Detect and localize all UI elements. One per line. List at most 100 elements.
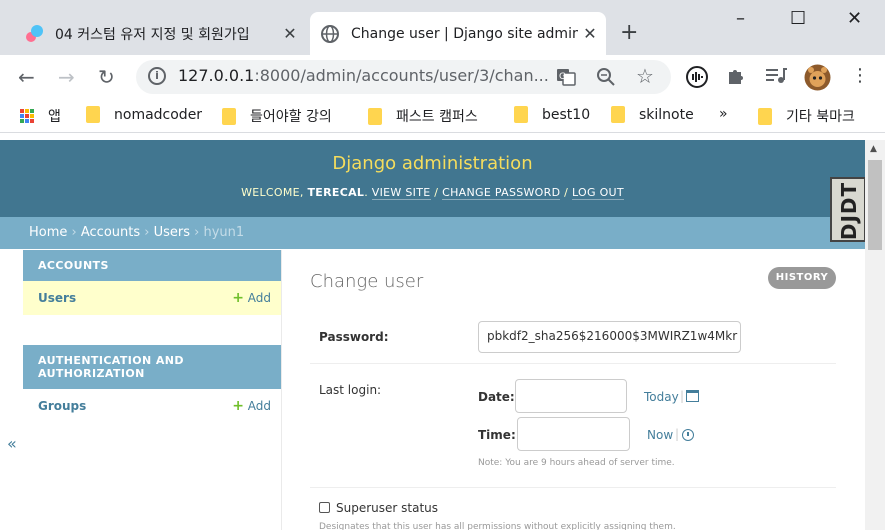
breadcrumb-home[interactable]: Home — [29, 225, 67, 240]
plus-icon: + — [232, 398, 244, 414]
media-queue-icon[interactable] — [765, 67, 787, 90]
folder-icon — [611, 106, 625, 123]
change-password-link[interactable]: CHANGE PASSWORD — [442, 186, 561, 200]
bookmark-label: skilnote — [639, 106, 694, 123]
password-field[interactable]: pbkdf2_sha256$216000$3MWIRZ1w4Mkr — [478, 321, 741, 353]
module-caption-accounts[interactable]: ACCOUNTS — [23, 250, 281, 281]
superuser-label[interactable]: Superuser status — [336, 501, 438, 515]
nav-sidebar: ACCOUNTS Users + Add AUTHENTICATION AND … — [23, 250, 281, 423]
bookmark-lectures[interactable]: 들어야할 강의 — [222, 106, 332, 126]
chrome-menu-icon[interactable]: ⋮ — [851, 65, 869, 86]
bookmark-other[interactable]: 기타 북마크 — [758, 106, 855, 126]
last-login-time-input[interactable] — [517, 417, 630, 451]
scroll-up-icon[interactable]: ▲ — [870, 144, 877, 154]
bookmark-label: nomadcoder — [114, 106, 203, 123]
folder-icon — [368, 107, 382, 125]
bookmark-label: 패스트 캠퍼스 — [396, 109, 478, 125]
browser-toolbar: ← → ↻ i 127.0.0.1:8000/admin/accounts/us… — [0, 55, 885, 99]
sidebar-divider — [281, 250, 282, 530]
module-caption-auth[interactable]: AUTHENTICATION AND AUTHORIZATION — [23, 345, 281, 389]
scrollbar-thumb[interactable] — [868, 160, 882, 250]
bookmark-label: 들어야할 강의 — [250, 109, 332, 125]
tab-change-user[interactable]: Change user | Django site admin ✕ — [310, 12, 606, 55]
separator: | — [680, 389, 685, 403]
groups-link[interactable]: Groups — [38, 399, 86, 413]
breadcrumb-accounts[interactable]: Accounts — [81, 225, 140, 240]
page-scrollbar[interactable]: ▲ — [865, 140, 885, 530]
admin-header: Django administration WELCOME, TERECAL. … — [0, 140, 865, 217]
username: TERECAL — [307, 186, 365, 199]
back-icon[interactable]: ← — [18, 65, 35, 89]
last-login-date-input[interactable] — [515, 379, 627, 413]
timezone-note: Note: You are 9 hours ahead of server ti… — [478, 458, 675, 468]
folder-icon — [514, 106, 528, 123]
password-label: Password: — [319, 330, 389, 344]
tab-title: 04 커스텀 유저 지정 및 회원가입 — [55, 26, 250, 43]
bookmark-nomadcoder[interactable]: nomadcoder — [86, 106, 202, 123]
clock-icon[interactable] — [682, 429, 694, 443]
bookmarks-bar: 앱 nomadcoder 들어야할 강의 패스트 캠퍼스 best10 skil… — [0, 99, 885, 133]
url-text[interactable]: 127.0.0.1:8000/admin/accounts/user/3/cha… — [178, 66, 549, 85]
maximize-button[interactable]: ☐ — [790, 8, 806, 29]
tab-close-icon[interactable]: ✕ — [578, 24, 602, 43]
forward-icon[interactable]: → — [58, 65, 75, 89]
page-title: Change user — [310, 271, 424, 292]
breadcrumb-current: hyun1 — [203, 225, 245, 240]
audio-extension-icon[interactable] — [686, 66, 708, 93]
log-out-link[interactable]: LOG OUT — [571, 186, 624, 200]
calendar-icon[interactable] — [686, 390, 699, 404]
bookmarks-overflow-button[interactable]: » — [719, 106, 728, 122]
bookmark-label: 앱 — [48, 109, 61, 125]
apps-grid-icon — [20, 109, 34, 123]
view-site-link[interactable]: VIEW SITE — [371, 186, 431, 200]
site-branding[interactable]: Django administration — [0, 140, 865, 174]
separator: | — [675, 427, 680, 441]
user-tools: WELCOME, TERECAL. VIEW SITE / CHANGE PAS… — [241, 186, 624, 200]
tab-title: Change user | Django site admin — [351, 25, 578, 42]
now-link[interactable]: Now — [647, 428, 673, 442]
address-bar[interactable]: i 127.0.0.1:8000/admin/accounts/user/3/c… — [136, 60, 671, 94]
bookmark-label: 기타 북마크 — [786, 109, 855, 125]
bookmark-star-icon[interactable]: ☆ — [636, 64, 654, 88]
today-link[interactable]: Today — [644, 390, 679, 404]
zoom-icon[interactable] — [596, 67, 616, 92]
breadcrumb-users[interactable]: Users — [154, 225, 190, 240]
new-tab-button[interactable]: + — [620, 20, 638, 45]
extensions-puzzle-icon[interactable] — [726, 66, 746, 91]
minimize-button[interactable]: – — [736, 8, 745, 29]
svg-text:G: G — [559, 72, 566, 82]
superuser-checkbox[interactable] — [319, 502, 330, 513]
close-window-button[interactable]: ✕ — [847, 8, 862, 29]
folder-icon — [222, 107, 236, 125]
time-label: Time: — [478, 428, 516, 442]
folder-icon — [86, 106, 100, 123]
site-info-icon[interactable]: i — [148, 67, 166, 85]
row-divider — [310, 363, 836, 364]
toggle-nav-sidebar-button[interactable]: « — [7, 434, 17, 453]
sidebar-item-users: Users + Add — [23, 281, 281, 315]
add-user-link[interactable]: + Add — [232, 290, 271, 306]
plus-icon: + — [232, 290, 244, 306]
tab-close-icon[interactable]: ✕ — [278, 24, 302, 43]
bookmark-best10[interactable]: best10 — [514, 106, 590, 123]
bookmark-apps[interactable]: 앱 — [20, 106, 61, 126]
bookmark-fastcampus[interactable]: 패스트 캠퍼스 — [368, 106, 478, 126]
add-group-link[interactable]: + Add — [232, 398, 271, 414]
debug-toolbar-handle[interactable]: DJDT — [830, 177, 866, 242]
sidebar-item-groups: Groups + Add — [23, 389, 281, 423]
bookmark-skilnote[interactable]: skilnote — [611, 106, 694, 123]
superuser-help: Designates that this user has all permis… — [319, 522, 676, 530]
history-button[interactable]: HISTORY — [768, 267, 836, 289]
admin-page: Django administration WELCOME, TERECAL. … — [0, 140, 865, 530]
users-link[interactable]: Users — [38, 291, 76, 305]
profile-avatar[interactable] — [804, 64, 831, 96]
date-label: Date: — [478, 390, 515, 404]
bookmark-label: best10 — [542, 106, 591, 123]
translate-icon[interactable]: G — [556, 67, 576, 92]
row-divider — [310, 487, 836, 488]
tab-strip: 04 커스텀 유저 지정 및 회원가입 ✕ Change user | Djan… — [0, 0, 885, 55]
reload-icon[interactable]: ↻ — [98, 65, 115, 89]
welcome-text: WELCOME, — [241, 186, 304, 199]
last-login-label: Last login: — [319, 383, 382, 397]
tab-custom-user[interactable]: 04 커스텀 유저 지정 및 회원가입 ✕ — [14, 12, 306, 55]
